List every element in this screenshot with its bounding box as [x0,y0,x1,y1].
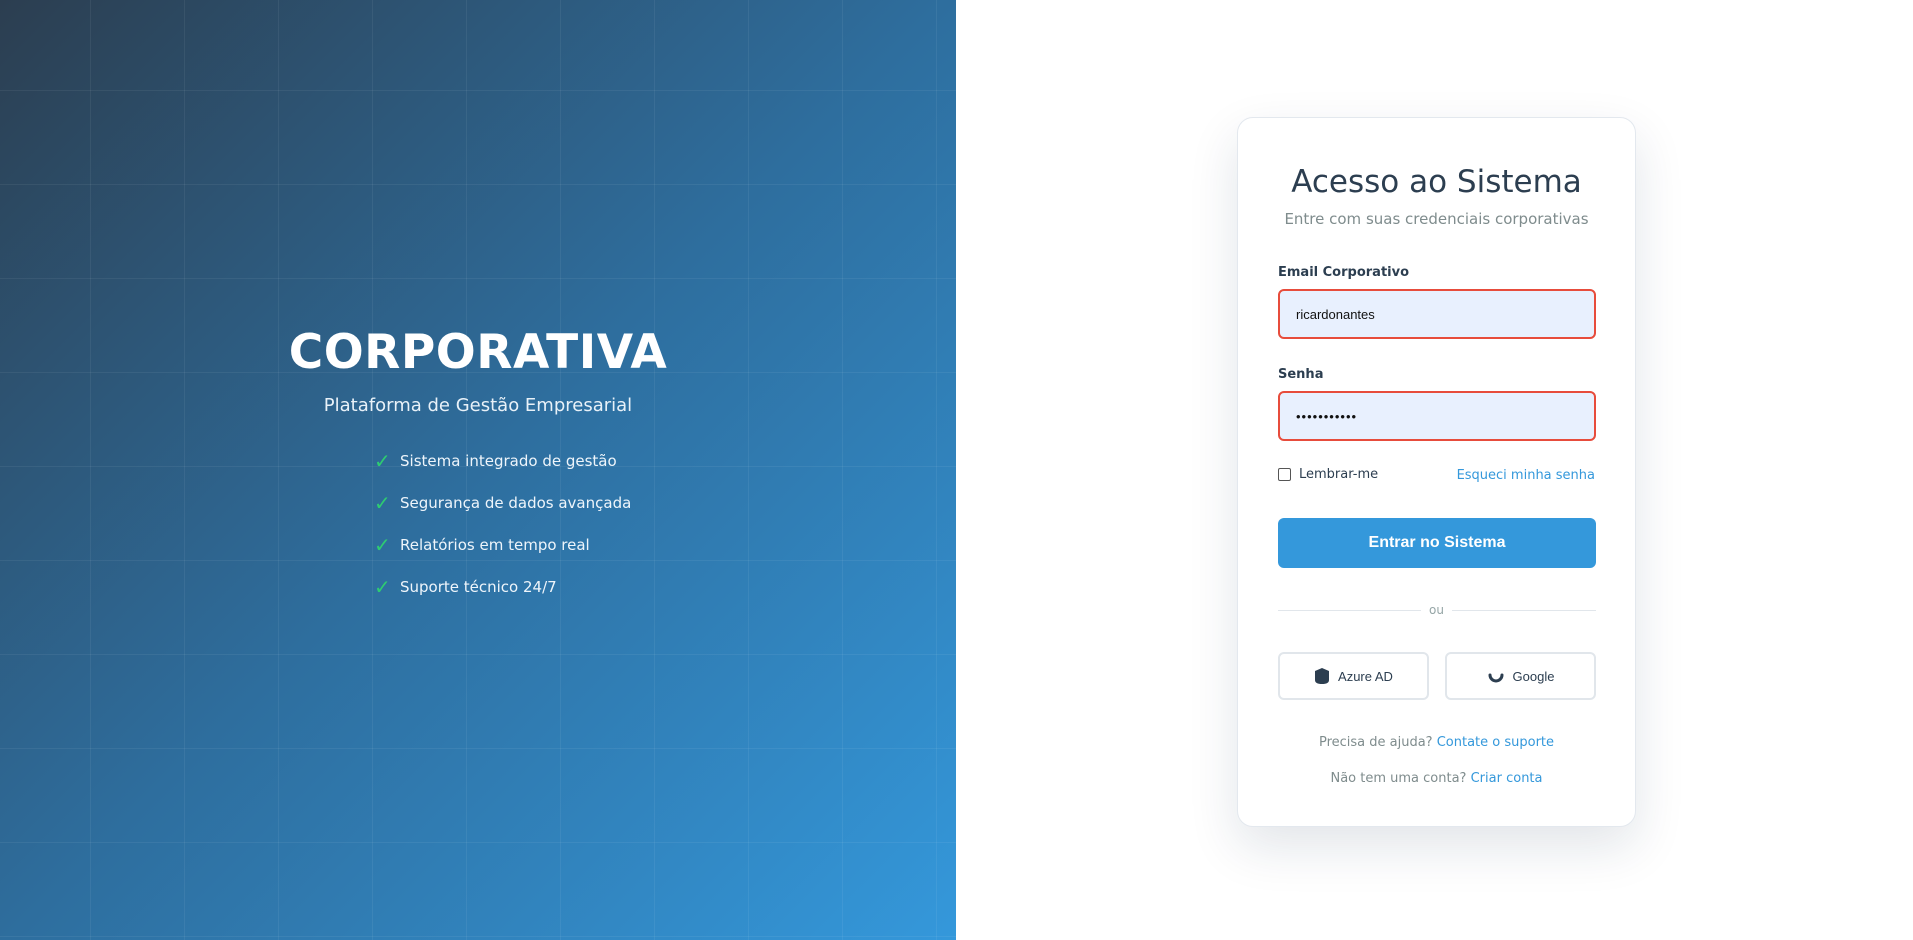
feature-label: Sistema integrado de gestão [400,452,617,470]
help-text: Precisa de ajuda? Contate o suporte [1238,735,1635,750]
shield-icon [1314,667,1330,685]
azure-ad-button[interactable]: Azure AD [1278,652,1429,700]
azure-ad-label: Azure AD [1338,668,1393,684]
remember-checkbox[interactable] [1278,468,1291,481]
remember-label: Lembrar-me [1299,467,1379,482]
feature-item: ✓ Segurança de dados avançada [374,482,634,524]
feature-label: Relatórios em tempo real [400,536,590,554]
feature-item: ✓ Sistema integrado de gestão [374,440,634,482]
password-label: Senha [1278,367,1324,382]
check-icon: ✓ [374,449,391,473]
brand-tagline: Plataforma de Gestão Empresarial [323,395,633,416]
hero-content: CORPORATIVA Plataforma de Gestão Empresa… [0,322,956,608]
email-label: Email Corporativo [1278,265,1410,280]
hero-panel: CORPORATIVA Plataforma de Gestão Empresa… [0,0,956,940]
forgot-password-link[interactable]: Esqueci minha senha [1457,468,1595,483]
login-subtitle: Entre com suas credenciais corporativas [1284,210,1589,228]
feature-item: ✓ Relatórios em tempo real [374,524,634,566]
google-button[interactable]: Google [1445,652,1596,700]
check-icon: ✓ [374,533,391,557]
brand-title: CORPORATIVA [288,325,668,380]
signup-prefix: Não tem uma conta? [1330,771,1467,786]
google-icon [1487,667,1505,685]
feature-item: ✓ Suporte técnico 24/7 [374,566,634,608]
create-account-link[interactable]: Criar conta [1471,771,1543,786]
feature-label: Suporte técnico 24/7 [400,578,557,596]
login-card: Acesso ao Sistema Entre com suas credenc… [1237,117,1636,827]
check-icon: ✓ [374,491,391,515]
help-prefix: Precisa de ajuda? [1318,735,1433,750]
email-field[interactable] [1278,289,1596,339]
password-field[interactable] [1278,391,1596,441]
divider-label: ou [1238,603,1635,617]
signup-text: Não tem uma conta? Criar conta [1238,771,1635,786]
login-submit-button[interactable]: Entrar no Sistema [1278,518,1596,568]
login-title: Acesso ao Sistema [1291,164,1582,200]
divider-text: ou [1421,603,1452,617]
remember-me[interactable]: Lembrar-me [1278,467,1378,482]
feature-label: Segurança de dados avançada [400,494,632,512]
google-label: Google [1512,668,1555,684]
feature-list: ✓ Sistema integrado de gestão ✓ Seguranç… [374,440,634,608]
check-icon: ✓ [374,575,391,599]
contact-support-link[interactable]: Contate o suporte [1437,735,1554,750]
